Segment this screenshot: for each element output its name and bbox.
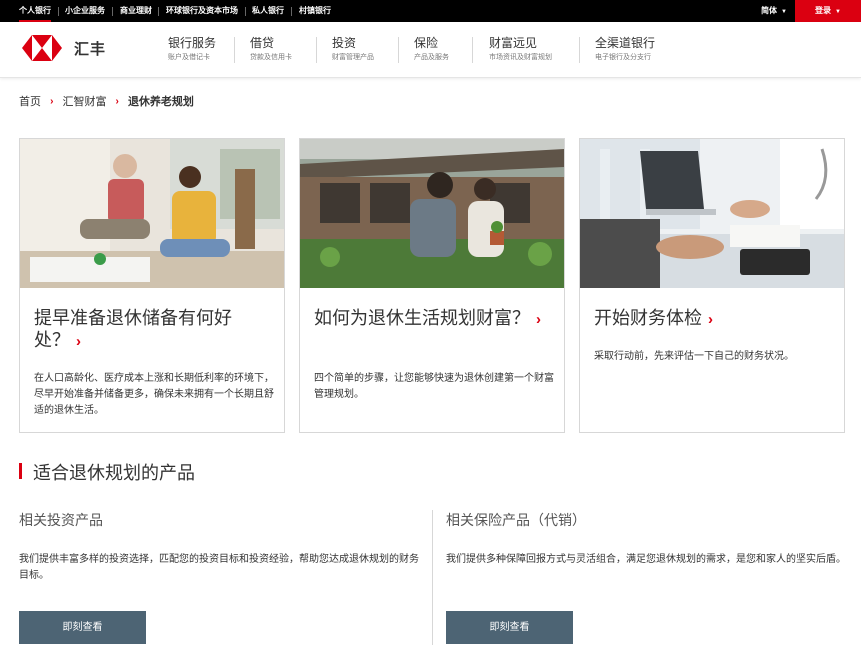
chevron-right-icon: ›	[76, 333, 81, 350]
card-title-text: 提早准备退休储备有何好处？	[34, 308, 232, 350]
column-divider	[432, 510, 433, 645]
top-bar: 个人银行 小企业服务 商业理财 环球银行及资本市场 私人银行 村镇银行 简体 ▼ …	[0, 0, 861, 22]
segment-personal-banking[interactable]: 个人银行	[19, 0, 51, 22]
card-title[interactable]: 开始财务体检 ›	[594, 307, 830, 331]
divider	[291, 7, 292, 16]
nav-title: 财富远见	[489, 36, 538, 50]
card-description: 四个简单的步骤，让您能够快速为退休创建第一个财富管理规划。	[314, 373, 554, 400]
segment-small-business[interactable]: 小企业服务	[65, 0, 105, 22]
breadcrumb-current: 退休养老规划	[127, 96, 194, 108]
language-label: 简体	[761, 6, 777, 15]
breadcrumb-wealth[interactable]: 汇智财富	[62, 96, 106, 108]
divider	[58, 7, 59, 16]
divider	[245, 7, 246, 16]
divider	[472, 37, 473, 63]
language-selector[interactable]: 简体 ▼	[761, 0, 787, 22]
divider	[579, 37, 580, 63]
segment-private-banking[interactable]: 私人银行	[252, 0, 284, 22]
segment-commercial[interactable]: 商业理财	[120, 0, 152, 22]
view-insurance-button[interactable]: 即刻查看	[446, 611, 573, 644]
chevron-right-icon: ›	[50, 95, 54, 107]
nav-insurance[interactable]: 保险 产品及服务	[414, 35, 449, 63]
divider	[112, 7, 113, 16]
login-label: 登录	[815, 6, 832, 15]
divider	[158, 7, 159, 16]
nav-banking[interactable]: 银行服务 账户及借记卡	[168, 35, 216, 63]
segment-global-banking[interactable]: 环球银行及资本市场	[166, 0, 238, 22]
insurance-products-title: 相关保险产品（代销）	[446, 512, 586, 528]
nav-title: 借贷	[250, 36, 275, 50]
hsbc-logo-icon[interactable]	[22, 35, 62, 61]
card-title[interactable]: 提早准备退休储备有何好处？ ›	[34, 307, 270, 353]
brand-name: 汇丰	[74, 41, 107, 58]
chevron-right-icon: ›	[708, 311, 713, 328]
nav-title: 全渠道银行	[595, 36, 656, 50]
nav-title: 保险	[414, 36, 439, 50]
breadcrumb-home[interactable]: 首页	[19, 96, 41, 108]
nav-wealth-insights[interactable]: 财富远见 市场资讯及财富规划	[489, 35, 552, 63]
nav-subtitle: 账户及借记卡	[168, 54, 210, 61]
card-description: 采取行动前，先来评估一下自己的财务状况。	[594, 351, 794, 362]
view-investment-button[interactable]: 即刻查看	[19, 611, 146, 644]
chevron-right-icon: ›	[115, 95, 119, 107]
nav-subtitle: 市场资讯及财富规划	[489, 54, 552, 61]
nav-subtitle: 电子银行及分支行	[595, 54, 651, 61]
nav-investment[interactable]: 投资 财富管理产品	[332, 35, 374, 63]
card-image-couple-garden	[300, 139, 564, 288]
divider	[316, 37, 317, 63]
section-accent-bar	[19, 463, 22, 479]
divider	[398, 37, 399, 63]
article-card-benefits[interactable]: 提早准备退休储备有何好处？ › 在人口高龄化、医疗成本上涨和长期低利率的环境下，尽…	[19, 138, 285, 433]
card-title-text: 开始财务体检	[594, 308, 702, 328]
chevron-down-icon: ▼	[835, 9, 841, 15]
chevron-down-icon: ▼	[781, 9, 787, 15]
section-title: 适合退休规划的产品	[33, 463, 195, 483]
nav-lending[interactable]: 借贷 贷款及信用卡	[250, 35, 292, 63]
article-card-planning[interactable]: 如何为退休生活规划财富？ › 四个简单的步骤，让您能够快速为退休创建第一个财富管理…	[299, 138, 565, 433]
chevron-right-icon: ›	[536, 311, 541, 328]
nav-title: 银行服务	[168, 36, 217, 50]
article-card-financial-checkup[interactable]: 开始财务体检 › 采取行动前，先来评估一下自己的财务状况。	[579, 138, 845, 433]
investment-products-description: 我们提供丰富多样的投资选择，匹配您的投资目标和投资经验，帮助您达成退休规划的财务…	[19, 554, 419, 581]
card-description: 在人口高龄化、医疗成本上涨和长期低利率的环境下，尽早开始准备并储备更多，确保未来…	[34, 373, 274, 416]
nav-subtitle: 财富管理产品	[332, 54, 374, 61]
breadcrumb: 首页 › 汇智财富 › 退休养老规划	[19, 93, 194, 109]
divider	[234, 37, 235, 63]
card-title[interactable]: 如何为退休生活规划财富？ ›	[314, 307, 550, 331]
investment-products-title: 相关投资产品	[19, 512, 103, 528]
nav-subtitle: 贷款及信用卡	[250, 54, 292, 61]
segment-village-bank[interactable]: 村镇银行	[299, 0, 331, 22]
nav-subtitle: 产品及服务	[414, 54, 449, 61]
insurance-products-description: 我们提供多种保障回报方式与灵活组合，满足您退休规划的需求，是您和家人的坚实后盾。	[446, 554, 846, 565]
card-title-text: 如何为退休生活规划财富？	[314, 308, 530, 328]
main-header: 汇丰 银行服务 账户及借记卡 借贷 贷款及信用卡 投资 财富管理产品 保险 产品…	[0, 22, 861, 78]
nav-omnichannel[interactable]: 全渠道银行 电子银行及分支行	[595, 35, 655, 63]
card-image-doctor-consultation	[580, 139, 844, 288]
login-button[interactable]: 登录 ▼	[795, 0, 861, 22]
card-image-grandparent-child	[20, 139, 284, 288]
nav-title: 投资	[332, 36, 357, 50]
